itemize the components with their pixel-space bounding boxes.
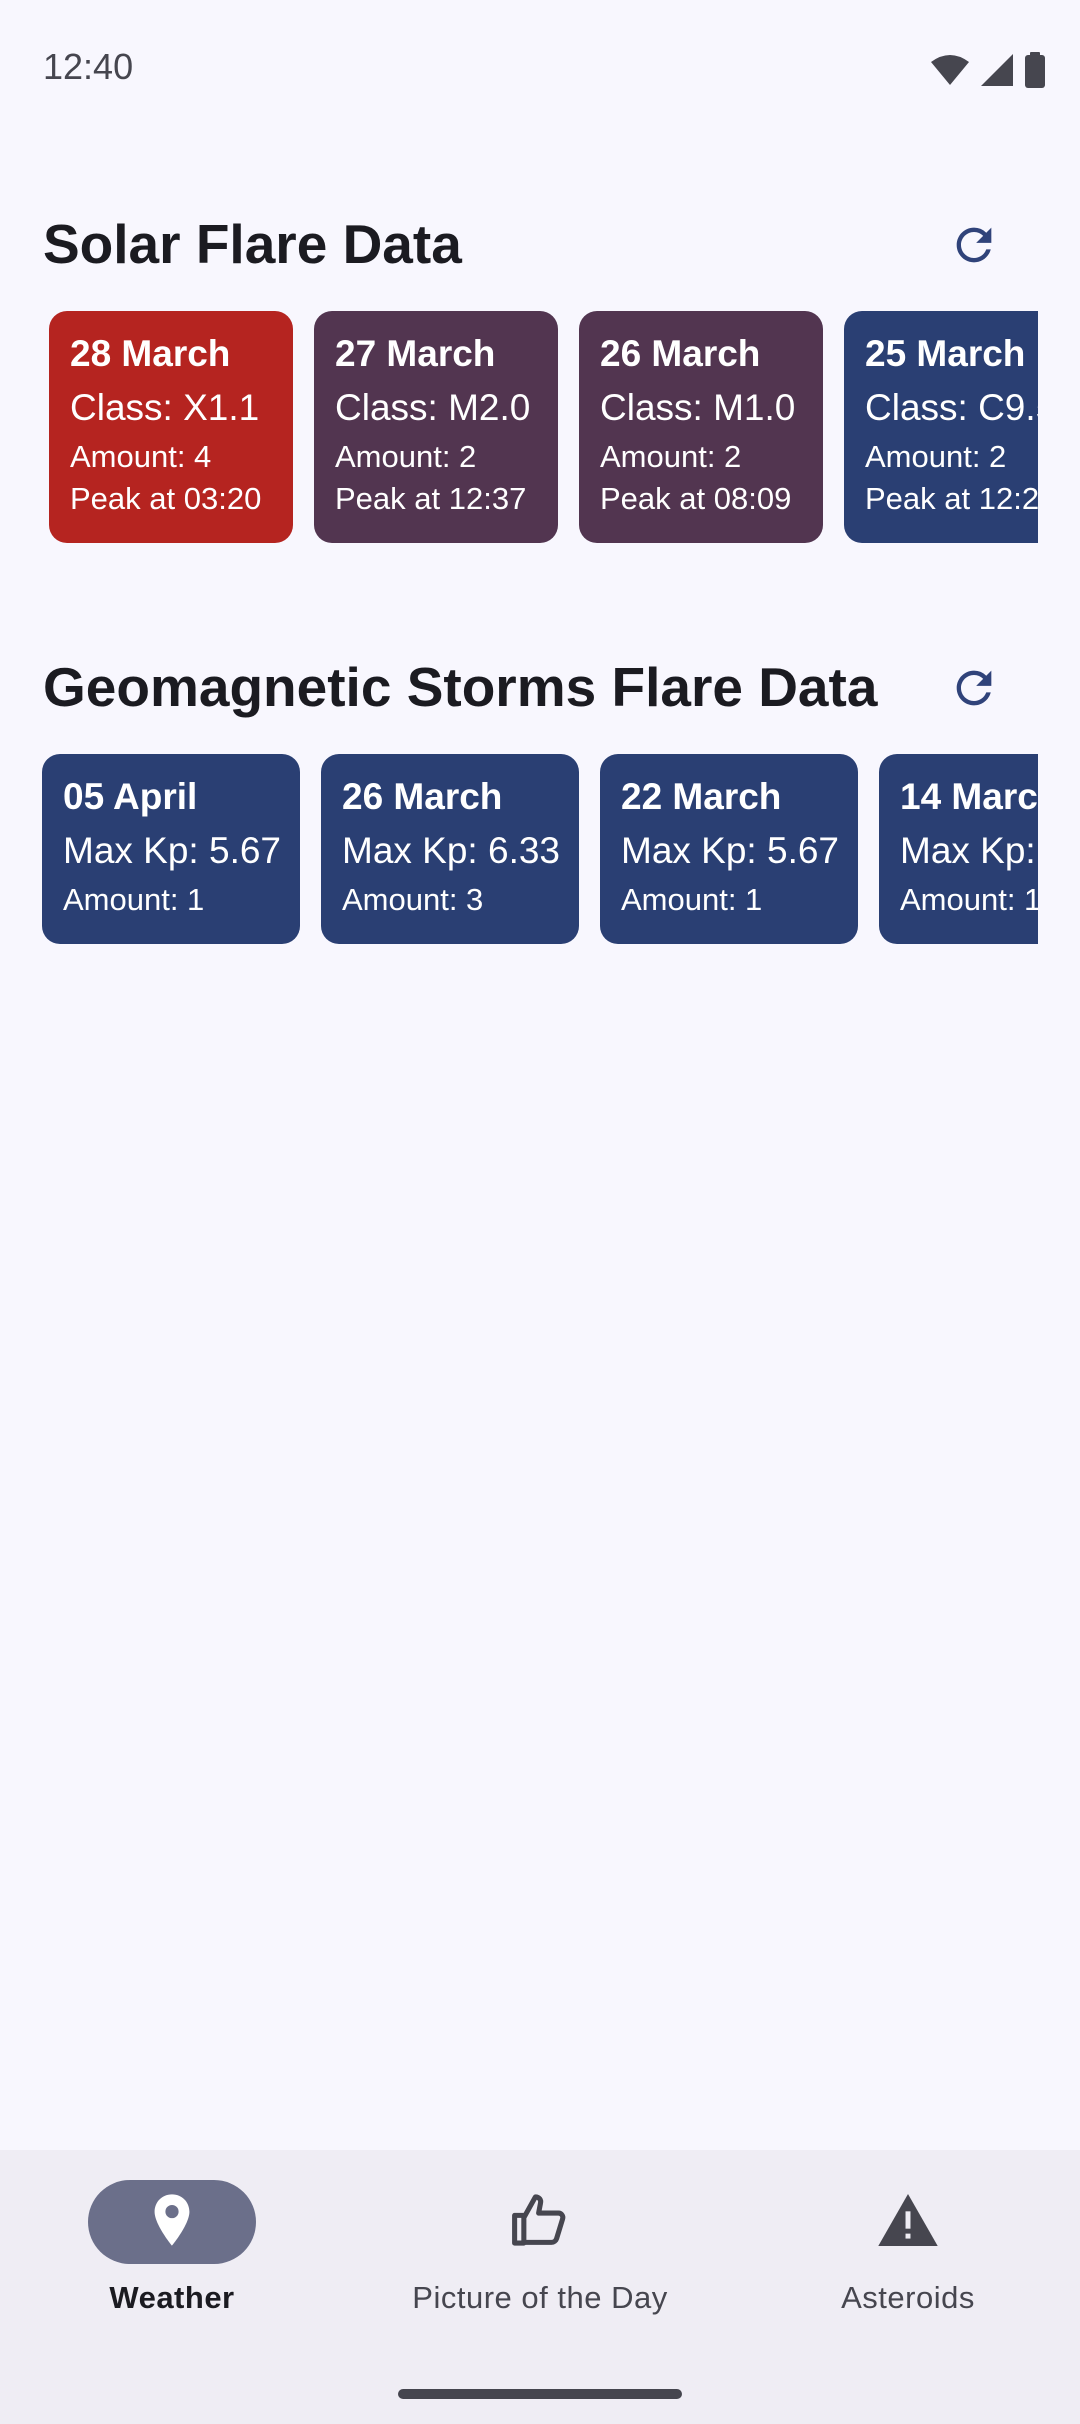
warning-triangle-icon bbox=[878, 2193, 938, 2251]
nav-item-asteroids[interactable]: Asteroids bbox=[810, 2180, 1006, 2340]
geomagnetic-storm-card[interactable]: 14 March Max Kp: 5.00 Amount: 1 bbox=[879, 754, 1038, 944]
geomagnetic-storm-list[interactable]: 05 April Max Kp: 5.67 Amount: 1 26 March… bbox=[0, 754, 1038, 944]
solar-refresh-button[interactable] bbox=[932, 205, 1016, 289]
card-amount: Amount: 2 bbox=[600, 439, 742, 474]
solar-flare-card[interactable]: 27 March Class: M2.0 Amount: 2 Peak at 1… bbox=[314, 311, 558, 543]
nav-indicator bbox=[456, 2180, 624, 2264]
card-class: Class: X1.1 bbox=[70, 387, 260, 428]
card-peak: Peak at 08:09 bbox=[600, 481, 792, 516]
card-date: 26 March bbox=[600, 333, 761, 374]
nav-item-picture-of-the-day[interactable]: Picture of the Day bbox=[390, 2180, 690, 2340]
weather-screen: 12:40 Solar Flare Data 28 March Class: X… bbox=[0, 0, 1080, 2424]
card-amount: Amount: 3 bbox=[342, 882, 484, 917]
geomagnetic-storm-card[interactable]: 26 March Max Kp: 6.33 Amount: 3 bbox=[321, 754, 579, 944]
card-class: Class: M2.0 bbox=[335, 387, 531, 428]
card-date: 22 March bbox=[621, 776, 782, 817]
card-max-kp: Max Kp: 6.33 bbox=[342, 830, 561, 871]
cell-signal-icon bbox=[980, 53, 1014, 87]
card-peak: Peak at 12:37 bbox=[335, 481, 527, 516]
geomagnetic-storm-card[interactable]: 05 April Max Kp: 5.67 Amount: 1 bbox=[42, 754, 300, 944]
thumbs-up-icon bbox=[510, 2192, 570, 2253]
card-peak: Peak at 03:20 bbox=[70, 481, 262, 516]
nav-label-asteroids: Asteroids bbox=[841, 2280, 975, 2315]
card-max-kp: Max Kp: 5.67 bbox=[63, 830, 282, 871]
card-date: 25 March bbox=[865, 333, 1026, 374]
solar-flare-card[interactable]: 26 March Class: M1.0 Amount: 2 Peak at 0… bbox=[579, 311, 823, 543]
card-date: 28 March bbox=[70, 333, 231, 374]
card-max-kp: Max Kp: 5.67 bbox=[621, 830, 840, 871]
card-amount: Amount: 1 bbox=[621, 882, 763, 917]
solar-flare-list[interactable]: 28 March Class: X1.1 Amount: 4 Peak at 0… bbox=[0, 311, 1038, 543]
solar-flare-card[interactable]: 28 March Class: X1.1 Amount: 4 Peak at 0… bbox=[49, 311, 293, 543]
nav-indicator bbox=[88, 2180, 256, 2264]
card-date: 27 March bbox=[335, 333, 496, 374]
card-date: 26 March bbox=[342, 776, 503, 817]
nav-label-weather: Weather bbox=[109, 2280, 235, 2315]
nav-label-picture-of-the-day: Picture of the Day bbox=[412, 2280, 668, 2315]
card-amount: Amount: 2 bbox=[865, 439, 1007, 474]
battery-icon bbox=[1024, 52, 1046, 88]
nav-item-weather[interactable]: Weather bbox=[88, 2180, 256, 2340]
nav-indicator bbox=[824, 2180, 992, 2264]
home-indicator[interactable] bbox=[398, 2389, 682, 2399]
bottom-navigation: Weather Picture of the Day Asteroids bbox=[0, 2150, 1080, 2424]
card-amount: Amount: 1 bbox=[63, 882, 205, 917]
location-pin-icon bbox=[150, 2192, 194, 2253]
card-class: Class: M1.0 bbox=[600, 387, 796, 428]
card-amount: Amount: 1 bbox=[900, 882, 1038, 917]
card-date: 05 April bbox=[63, 776, 198, 817]
card-max-kp: Max Kp: 5.00 bbox=[900, 830, 1038, 871]
status-bar: 12:40 bbox=[0, 0, 1080, 140]
solar-flare-card[interactable]: 25 March Class: C9.5 Amount: 2 Peak at 1… bbox=[844, 311, 1038, 543]
card-amount: Amount: 4 bbox=[70, 439, 212, 474]
status-icons bbox=[930, 52, 1046, 88]
geomagnetic-storms-title: Geomagnetic Storms Flare Data bbox=[43, 656, 878, 718]
card-peak: Peak at 12:23 bbox=[865, 481, 1038, 516]
status-time: 12:40 bbox=[43, 46, 134, 87]
card-amount: Amount: 2 bbox=[335, 439, 477, 474]
refresh-icon bbox=[948, 219, 1000, 276]
wifi-icon bbox=[930, 54, 970, 86]
geomagnetic-storm-card[interactable]: 22 March Max Kp: 5.67 Amount: 1 bbox=[600, 754, 858, 944]
card-class: Class: C9.5 bbox=[865, 387, 1038, 428]
card-date: 14 March bbox=[900, 776, 1038, 817]
solar-flare-title: Solar Flare Data bbox=[43, 213, 462, 275]
refresh-icon bbox=[948, 662, 1000, 719]
geo-refresh-button[interactable] bbox=[932, 648, 1016, 732]
